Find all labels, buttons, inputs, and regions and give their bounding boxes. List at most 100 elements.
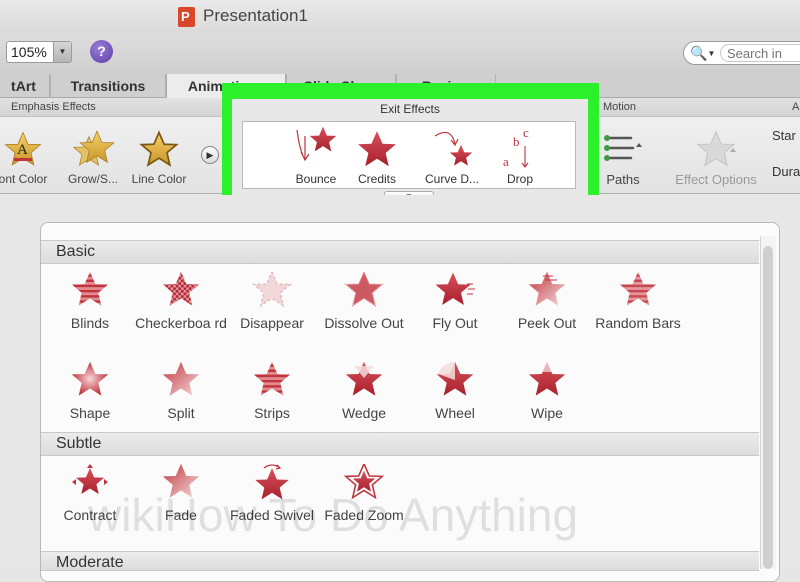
tab-transitions[interactable]: Transitions: [50, 74, 166, 98]
timing-group-header: [667, 98, 800, 117]
effect-label: Fly Out: [432, 315, 478, 331]
duration-label: Dura: [772, 164, 800, 179]
emphasis-font-color[interactable]: A ont Color: [0, 128, 54, 186]
section-subtle: Subtle: [41, 432, 759, 456]
effect-peek-out[interactable]: Peek Out: [501, 272, 593, 332]
random-bars-star-icon: [619, 272, 657, 306]
effect-label: Wipe: [531, 405, 563, 421]
zoom-dropdown[interactable]: 105% ▼: [6, 41, 72, 63]
bounce-star-icon: [296, 126, 337, 162]
start-label: Star: [772, 128, 796, 143]
paths-label: Paths: [606, 172, 640, 187]
scrollbar-thumb[interactable]: [763, 246, 773, 569]
zoom-value: 105%: [11, 44, 47, 60]
exit-credits[interactable]: Credits: [346, 126, 408, 186]
effect-label: Dissolve Out: [324, 315, 404, 331]
effect-label: Peek Out: [517, 315, 577, 331]
motion-paths-icon: [604, 135, 642, 161]
tab-smartart[interactable]: tArt: [0, 74, 50, 98]
faded-swivel-star-icon: [255, 464, 289, 500]
search-box[interactable]: 🔍▼: [683, 41, 800, 65]
effect-label: Contract: [63, 507, 117, 523]
peek-out-star-icon: [528, 272, 566, 306]
effect-strips[interactable]: Strips: [226, 362, 318, 422]
grow-shrink-star-icon: [73, 130, 115, 166]
blinds-star-icon: [71, 272, 109, 306]
effect-label: Faded Zoom: [324, 507, 404, 523]
effect-blinds[interactable]: Blinds: [44, 272, 136, 332]
section-basic: Basic: [41, 240, 759, 264]
effect-checkerboard[interactable]: Checkerboa rd: [135, 272, 227, 332]
effect-dissolve-out[interactable]: Dissolve Out: [318, 272, 410, 332]
contract-star-icon: [72, 464, 108, 494]
exit-bounce[interactable]: Bounce: [285, 126, 347, 186]
effect-label: Random Bars: [595, 315, 681, 331]
fly-out-star-icon: [435, 272, 475, 305]
exit-curve-down[interactable]: Curve D...: [421, 126, 483, 186]
chevron-down-icon[interactable]: ▼: [53, 42, 71, 62]
effect-wheel[interactable]: Wheel: [409, 362, 501, 422]
effect-shape[interactable]: Shape: [44, 362, 136, 422]
bounce-label: Bounce: [295, 172, 337, 186]
fade-star-icon: [162, 464, 200, 498]
credits-star-icon: [358, 131, 396, 167]
effect-label: Split: [167, 405, 195, 421]
exit-drop[interactable]: b c a Drop: [489, 126, 551, 186]
emphasis-effects-label: Emphasis Effects: [11, 101, 96, 113]
effect-faded-zoom[interactable]: Faded Zoom: [318, 464, 410, 524]
disappear-star-icon: [253, 272, 291, 307]
search-input[interactable]: [720, 44, 800, 62]
line-color-star-icon: [140, 131, 178, 166]
font-color-star-icon: A: [4, 131, 42, 166]
effect-label: Wedge: [341, 405, 387, 421]
effect-label: Faded Swivel: [229, 507, 315, 523]
search-icon[interactable]: 🔍▼: [690, 45, 716, 61]
wipe-star-icon: [528, 362, 566, 396]
section-moderate: Moderate: [41, 551, 759, 571]
chevron-right-icon[interactable]: ▶: [201, 146, 219, 164]
drop-letters-icon: b c a: [503, 126, 529, 169]
svg-text:a: a: [503, 154, 509, 169]
effect-wipe[interactable]: Wipe: [501, 362, 593, 422]
effect-options-label: Effect Options: [675, 172, 757, 187]
help-button[interactable]: ?: [90, 40, 113, 63]
window-title: Presentation1: [203, 6, 308, 25]
title-bar: Presentation1: [0, 0, 800, 34]
checkerboard-star-icon: [162, 272, 200, 306]
effect-contract[interactable]: Contract: [44, 464, 136, 524]
effect-random-bars[interactable]: Random Bars: [592, 272, 684, 332]
svg-text:A: A: [17, 142, 28, 158]
effect-disappear[interactable]: Disappear: [226, 272, 318, 332]
dissolve-out-star-icon: [345, 272, 383, 307]
faded-zoom-star-icon: [345, 464, 383, 499]
effect-label: Checkerboa rd: [135, 315, 227, 331]
svg-text:c: c: [523, 126, 529, 140]
curve-down-label: Curve D...: [424, 172, 479, 186]
font-color-label: ont Color: [0, 172, 48, 186]
line-color-label: Line Color: [131, 172, 187, 186]
curve-down-star-icon: [434, 131, 473, 166]
emphasis-grow-shrink[interactable]: Grow/S...: [62, 128, 124, 186]
effect-label: Disappear: [240, 315, 304, 331]
credits-label: Credits: [357, 172, 396, 186]
effect-options-button[interactable]: Effect Options: [668, 128, 764, 187]
effect-split[interactable]: Split: [135, 362, 227, 422]
effect-fly-out[interactable]: Fly Out: [409, 272, 501, 332]
exit-effects-label: Exit Effects: [380, 102, 440, 116]
powerpoint-document-icon: [178, 7, 195, 27]
motion-label: Motion: [603, 101, 637, 113]
effect-label: Shape: [69, 405, 111, 421]
effect-label: Strips: [254, 405, 290, 421]
effect-label: Fade: [165, 507, 197, 523]
effect-wedge[interactable]: Wedge: [318, 362, 410, 422]
emphasis-line-color[interactable]: Line Color: [128, 128, 190, 186]
wedge-star-icon: [345, 362, 383, 396]
drop-label: Drop: [506, 172, 533, 186]
effect-label: Wheel: [435, 405, 475, 421]
effect-options-star-icon: [697, 131, 736, 167]
timing-group-label: A: [792, 101, 800, 113]
standard-toolbar: 105% ▼ ? 🔍▼: [0, 34, 800, 70]
effect-fade[interactable]: Fade: [135, 464, 227, 524]
effect-faded-swivel[interactable]: Faded Swivel: [226, 464, 318, 524]
motion-paths-button[interactable]: Paths: [598, 128, 648, 187]
